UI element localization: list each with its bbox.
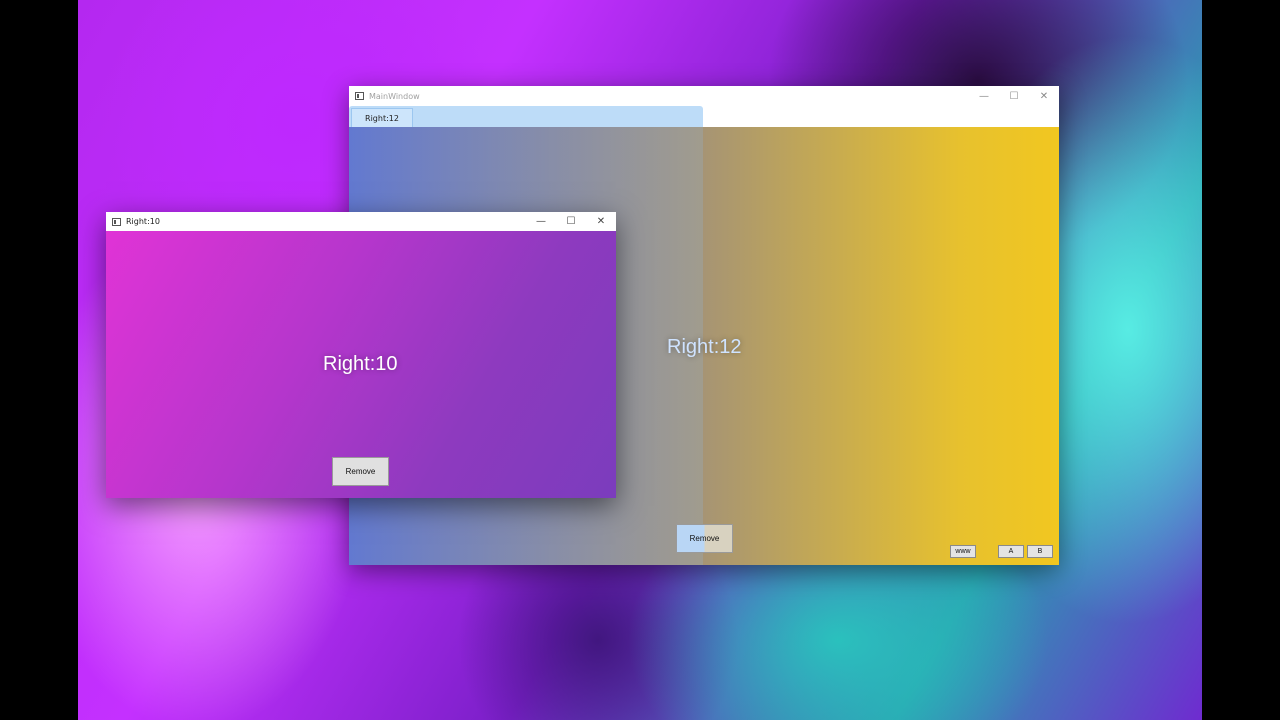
main-window-titlebar[interactable]: MainWindow — ☐ ✕ bbox=[349, 86, 1059, 106]
main-window-title: MainWindow bbox=[369, 91, 420, 101]
maximize-icon[interactable]: ☐ bbox=[556, 212, 586, 231]
app-window-icon bbox=[112, 217, 121, 226]
main-remove-button[interactable]: Remove bbox=[676, 524, 733, 553]
close-icon[interactable]: ✕ bbox=[586, 212, 616, 231]
app-window-icon bbox=[355, 92, 364, 100]
second-window: Right:10 — ☐ ✕ Right:10 Remove bbox=[106, 212, 616, 498]
second-content-panel: Right:10 Remove bbox=[106, 231, 616, 498]
close-icon[interactable]: ✕ bbox=[1029, 86, 1059, 106]
second-remove-button[interactable]: Remove bbox=[332, 457, 389, 486]
main-content-label: Right:12 bbox=[667, 336, 742, 358]
tab-strip: Right:12 bbox=[349, 106, 1059, 127]
second-window-caption-buttons: — ☐ ✕ bbox=[526, 212, 616, 231]
main-window-caption-buttons: — ☐ ✕ bbox=[969, 86, 1059, 106]
second-content-label: Right:10 bbox=[323, 353, 398, 375]
minimize-icon[interactable]: — bbox=[526, 212, 556, 231]
b-button[interactable]: B bbox=[1027, 545, 1053, 558]
second-window-titlebar[interactable]: Right:10 — ☐ ✕ bbox=[106, 212, 616, 231]
second-window-title: Right:10 bbox=[126, 217, 160, 226]
www-button[interactable]: www bbox=[950, 545, 976, 558]
maximize-icon[interactable]: ☐ bbox=[999, 86, 1029, 106]
minimize-icon[interactable]: — bbox=[969, 86, 999, 106]
a-button[interactable]: A bbox=[998, 545, 1024, 558]
tab-right-12[interactable]: Right:12 bbox=[351, 108, 413, 127]
